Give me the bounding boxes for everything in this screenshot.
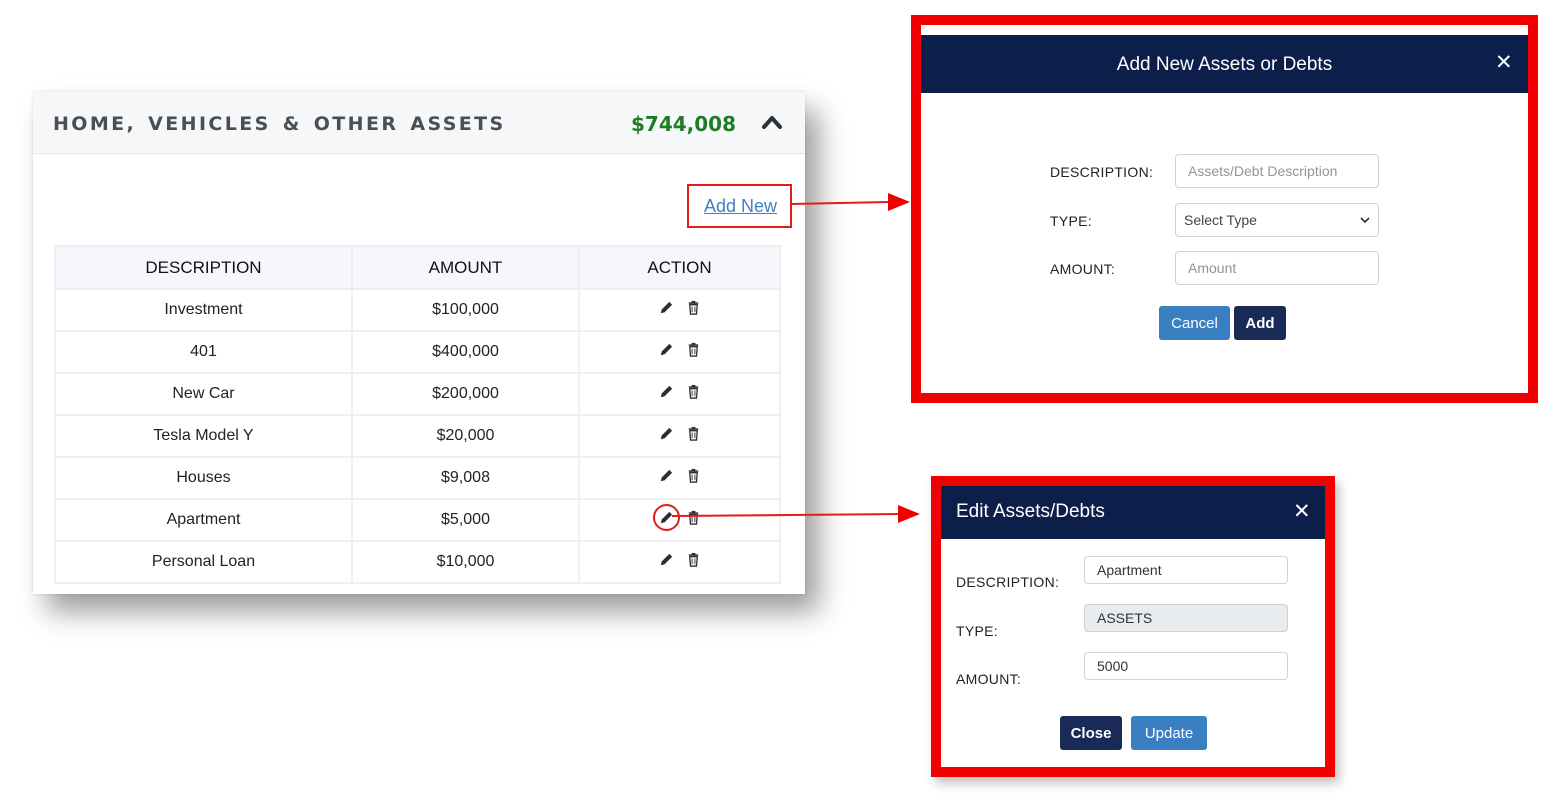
row-description: 401 [54,330,353,374]
pencil-icon[interactable] [659,300,674,320]
row-actions [578,456,781,500]
add-button[interactable]: Add [1234,306,1286,340]
assets-table: DESCRIPTION AMOUNT ACTION Investment $100… [54,245,781,584]
edit-amount-input[interactable] [1084,652,1288,680]
trash-icon[interactable] [686,552,701,572]
pencil-icon[interactable] [659,342,674,362]
row-amount: $10,000 [351,540,580,584]
edit-type-label: TYPE: [956,623,998,639]
edit-description-label: DESCRIPTION: [956,574,1060,590]
pencil-icon[interactable] [652,504,680,531]
add-modal-header: Add New Assets or Debts ✕ [921,35,1528,93]
panel-total: $744,008 [631,112,737,136]
row-actions [578,330,781,374]
trash-icon[interactable] [686,300,701,320]
table-row: Houses $9,008 [54,456,781,500]
row-amount: $20,000 [351,414,580,458]
add-modal-title: Add New Assets or Debts [1116,54,1333,75]
pencil-icon[interactable] [659,384,674,404]
close-icon[interactable]: ✕ [1293,499,1311,524]
edit-asset-modal: Edit Assets/Debts ✕ DESCRIPTION: TYPE: A… [931,476,1335,777]
panel-title: HOME, VEHICLES & OTHER ASSETS [53,113,506,135]
pencil-icon[interactable] [659,426,674,446]
arrow-head-edit [898,505,920,523]
table-row: New Car $200,000 [54,372,781,416]
row-actions [578,498,781,542]
row-amount: $200,000 [351,372,580,416]
row-actions [578,540,781,584]
table-row: 401 $400,000 [54,330,781,374]
close-icon[interactable]: ✕ [1495,50,1513,75]
table-row: Personal Loan $10,000 [54,540,781,584]
add-type-label: TYPE: [1050,213,1092,229]
add-amount-label: AMOUNT: [1050,261,1116,277]
cancel-button[interactable]: Cancel [1159,306,1230,340]
trash-icon[interactable] [686,510,701,530]
add-amount-input[interactable] [1175,251,1379,285]
column-header-description: DESCRIPTION [54,245,353,290]
add-type-select[interactable]: Select Type [1175,203,1379,237]
pencil-icon[interactable] [659,552,674,572]
row-amount: $100,000 [351,288,580,332]
row-actions [578,414,781,458]
trash-icon[interactable] [686,384,701,404]
row-amount: $9,008 [351,456,580,500]
row-description: Tesla Model Y [54,414,353,458]
table-header-row: DESCRIPTION AMOUNT ACTION [54,245,781,290]
row-amount: $400,000 [351,330,580,374]
add-description-label: DESCRIPTION: [1050,164,1154,180]
close-button[interactable]: Close [1060,716,1122,750]
arrow-to-add-modal [791,201,889,205]
row-actions [578,372,781,416]
edit-amount-label: AMOUNT: [956,671,1022,687]
arrow-head-add [888,193,910,211]
edit-highlight-ring [652,504,680,531]
row-description: Investment [54,288,353,332]
edit-modal-header: Edit Assets/Debts ✕ [941,486,1325,539]
panel-header[interactable]: HOME, VEHICLES & OTHER ASSETS $744,008 [33,92,805,154]
add-type-selected: Select Type [1184,212,1257,228]
column-header-amount: AMOUNT [351,245,580,290]
edit-type-field [1084,604,1288,632]
assets-panel: HOME, VEHICLES & OTHER ASSETS $744,008 A… [33,92,805,594]
update-button[interactable]: Update [1131,716,1207,750]
chevron-up-icon[interactable] [761,114,783,130]
table-row: Tesla Model Y $20,000 [54,414,781,458]
add-new-link[interactable]: Add New [704,196,777,217]
add-description-input[interactable] [1175,154,1379,188]
pencil-icon[interactable] [659,468,674,488]
row-actions [578,288,781,332]
edit-description-input[interactable] [1084,556,1288,584]
table-row: Apartment $5,000 [54,498,781,542]
add-asset-modal: Add New Assets or Debts ✕ DESCRIPTION: T… [911,15,1538,403]
trash-icon[interactable] [686,426,701,446]
row-description: Personal Loan [54,540,353,584]
row-description: New Car [54,372,353,416]
row-description: Apartment [54,498,353,542]
table-row: Investment $100,000 [54,288,781,332]
column-header-action: ACTION [578,245,781,290]
edit-modal-title: Edit Assets/Debts [956,501,1105,522]
row-amount: $5,000 [351,498,580,542]
chevron-down-icon [1360,217,1370,224]
row-description: Houses [54,456,353,500]
trash-icon[interactable] [686,468,701,488]
trash-icon[interactable] [686,342,701,362]
